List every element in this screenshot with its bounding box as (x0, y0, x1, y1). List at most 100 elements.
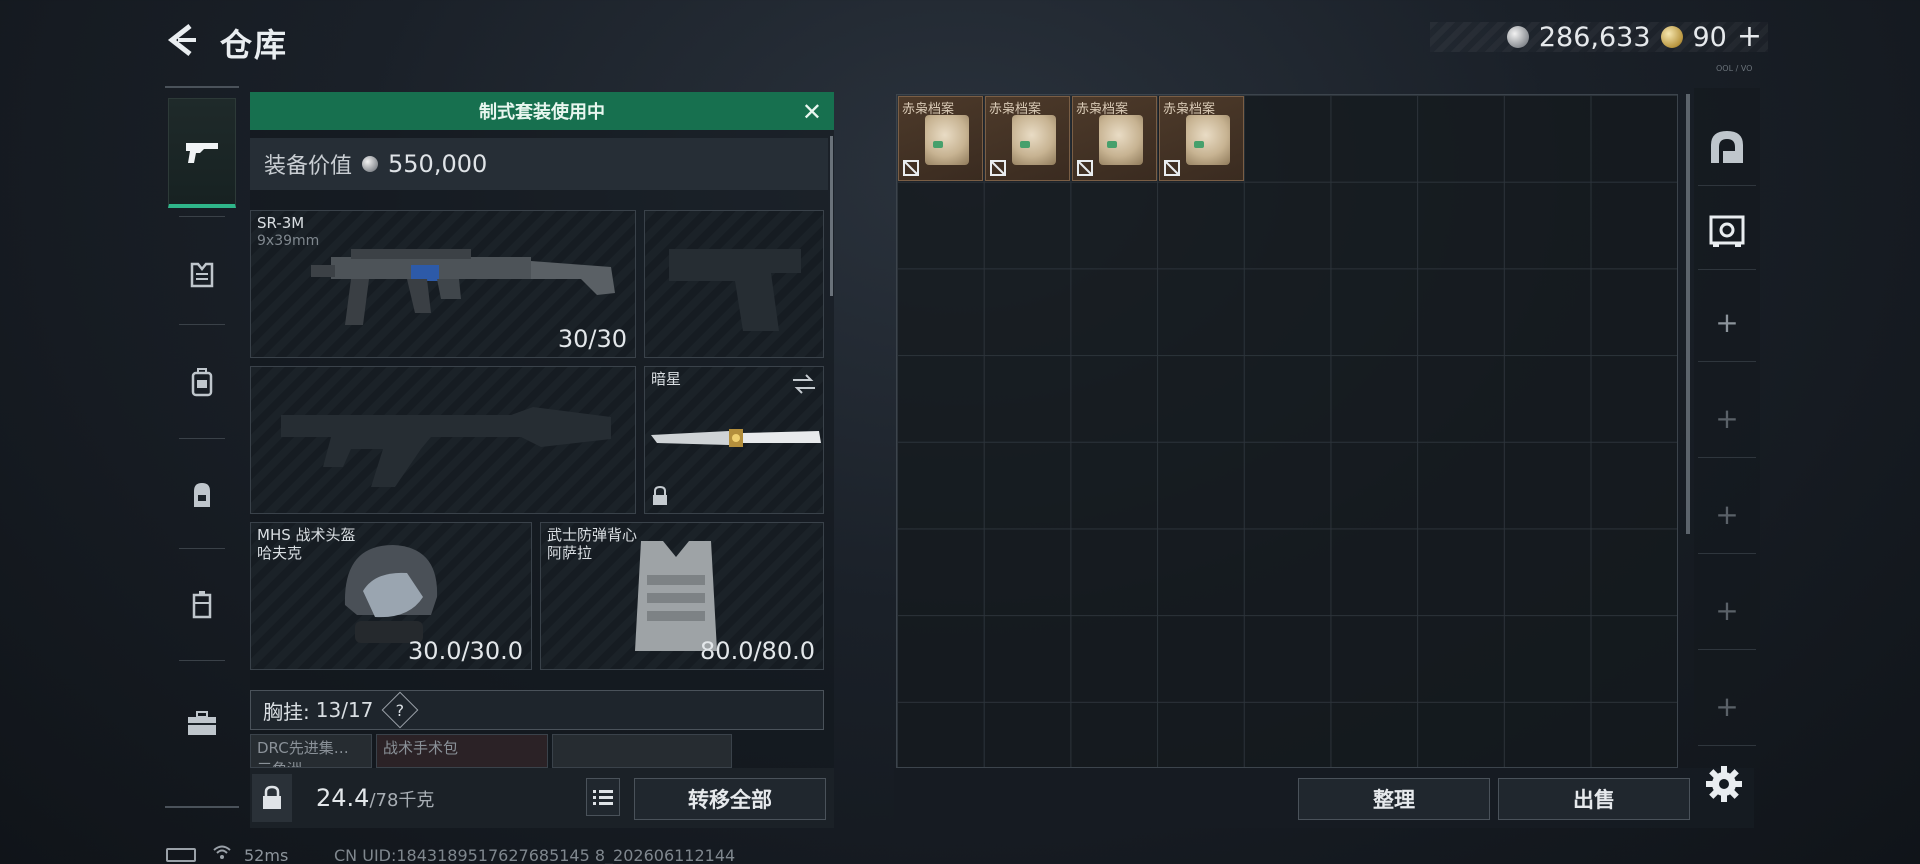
swap-icon[interactable] (791, 373, 817, 395)
stash-item[interactable]: 赤枭档案 (985, 96, 1070, 181)
coupon-amount: 90 (1692, 21, 1727, 53)
knife-icon (651, 429, 821, 447)
loadout-scrollbar[interactable] (830, 136, 833, 296)
sell-button[interactable]: 出售 (1498, 778, 1690, 820)
dossier-icon (1186, 115, 1230, 165)
dossier-icon (925, 115, 969, 165)
wifi-icon (213, 845, 231, 859)
close-icon[interactable]: ✕ (802, 98, 822, 126)
melee-slot[interactable]: 暗星 (644, 366, 824, 514)
rifle-icon (311, 249, 615, 325)
plus-icon: + (1715, 498, 1739, 531)
settings-button[interactable] (1704, 764, 1744, 804)
armor-durability: 80.0/80.0 (700, 637, 815, 665)
melee-name: 暗星 (651, 370, 682, 388)
armor-variant: 阿萨拉 (547, 544, 593, 562)
equipment-value-amount: 550,000 (388, 150, 488, 178)
dossier-icon (1012, 115, 1056, 165)
chest-item-2[interactable]: 战术手术包 (376, 734, 548, 768)
weight-display: 24.4/78千克 (316, 784, 434, 812)
container-tab-add-2[interactable]: + (1698, 380, 1756, 458)
list-view-button[interactable] (586, 778, 620, 816)
back-button[interactable] (164, 22, 200, 58)
weapon-ammo: 30/30 (557, 325, 627, 353)
equipment-value-label: 装备价值 (264, 154, 353, 179)
helmet-variant: 哈夫克 (257, 544, 303, 562)
stash-scrollbar[interactable] (1686, 94, 1690, 534)
weapon-caliber: 9x39mm (257, 233, 320, 249)
category-tab-chest-rig[interactable] (168, 328, 236, 438)
dossier-icon (1099, 115, 1143, 165)
primary-weapon-slot[interactable]: SR-3M 9x39mm 30/30 (250, 210, 636, 358)
pistol-slot[interactable] (644, 210, 824, 358)
gear-icon (1706, 766, 1742, 802)
stash-item[interactable]: 赤枭档案 (898, 96, 983, 181)
category-tab-armor[interactable] (168, 220, 236, 330)
build-tag: OOL / VO (1716, 64, 1753, 73)
container-tabs: + + + + + (1694, 88, 1760, 768)
preset-banner-text: 制式套装使用中 (479, 102, 605, 123)
add-coupon-button[interactable]: + (1737, 22, 1762, 52)
category-tab-weapons[interactable] (168, 98, 236, 208)
page-title: 仓库 (220, 26, 289, 64)
help-button[interactable]: ? (382, 691, 419, 729)
secondary-weapon-slot[interactable] (250, 366, 636, 514)
weight-current: 24.4 (316, 784, 370, 812)
stash-item[interactable]: 赤枭档案 (1072, 96, 1157, 181)
category-tab-toolbox[interactable] (168, 668, 236, 778)
chest-item-1-label: DRC先进集… (257, 739, 349, 757)
silver-coin-icon (1506, 26, 1529, 48)
category-tab-case[interactable] (168, 550, 236, 660)
player-uid: CN UID:1843189517627685145 8_20260611214… (334, 846, 736, 864)
chest-rig-label: 胸挂: (263, 699, 310, 724)
no-insure-icon (990, 160, 1006, 176)
stash-item[interactable]: 赤枭档案 (1159, 96, 1244, 181)
arch-icon (1711, 130, 1743, 163)
armor-vest-icon (190, 262, 214, 288)
container-tab-add-1[interactable]: + (1698, 284, 1756, 362)
chest-rig-capacity: 13/17 (315, 698, 374, 722)
no-insure-icon (903, 160, 919, 176)
stash-grid[interactable]: 赤枭档案 赤枭档案 赤枭档案 赤枭档案 (896, 94, 1678, 768)
battery-icon (166, 848, 196, 862)
chest-item-3[interactable] (552, 734, 732, 768)
container-tab-add-3[interactable]: + (1698, 476, 1756, 554)
silver-amount: 286,633 (1538, 21, 1651, 53)
lock-icon (263, 785, 281, 809)
transfer-all-button[interactable]: 转移全部 (634, 778, 826, 820)
list-icon (593, 790, 613, 805)
back-chevron-icon (167, 24, 196, 56)
ping-readout: 52ms (244, 846, 289, 864)
helmet-slot[interactable]: MHS 战术头盔 哈夫克 30.0/30.0 (250, 522, 532, 670)
plus-icon: + (1715, 402, 1739, 435)
coupon-icon (1660, 26, 1683, 48)
no-insure-icon (1077, 160, 1093, 176)
container-tab-add-4[interactable]: + (1698, 572, 1756, 650)
backpack-icon (194, 483, 210, 507)
armor-slot[interactable]: 武士防弹背心 阿萨拉 80.0/80.0 (540, 522, 824, 670)
container-tab-add-5[interactable]: + (1698, 668, 1756, 746)
category-tab-backpack[interactable] (168, 440, 236, 550)
plus-icon: + (1715, 306, 1739, 339)
no-insure-icon (1164, 160, 1180, 176)
chest-item-1[interactable]: DRC先进集… 三角洲 (250, 734, 372, 768)
container-tab-stash[interactable] (1698, 108, 1756, 186)
safe-icon (1709, 215, 1745, 247)
plus-icon: + (1715, 594, 1739, 627)
currency-bar: 286,633 90 + (1430, 21, 1768, 53)
chest-item-1-sub: 三角洲 (257, 758, 365, 767)
equipment-value: 装备价值 550,000 (250, 138, 828, 190)
preset-banner: 制式套装使用中 ✕ (250, 92, 834, 130)
case-icon (192, 591, 212, 619)
container-tab-safe[interactable] (1698, 192, 1756, 270)
lock-icon (653, 485, 667, 505)
gun-icon (186, 142, 218, 163)
helmet-durability: 30.0/30.0 (408, 637, 523, 665)
chest-rig-bar: 胸挂: 13/17 ? (250, 690, 824, 730)
sort-button[interactable]: 整理 (1298, 778, 1490, 820)
rifle-silhouette-icon (281, 407, 611, 487)
pistol-silhouette-icon (669, 249, 801, 331)
lock-button[interactable] (252, 774, 292, 822)
chest-item-2-label: 战术手术包 (383, 739, 459, 757)
plus-icon: + (1715, 690, 1739, 723)
